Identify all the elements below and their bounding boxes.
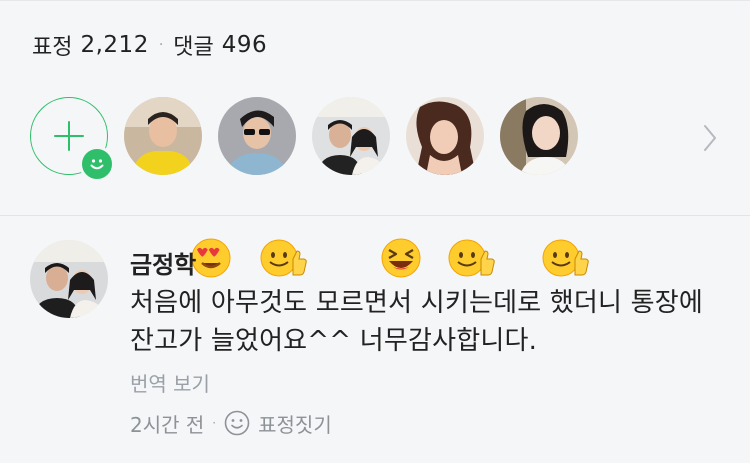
comments-label: 댓글	[173, 35, 214, 60]
meta-separator: ·	[212, 416, 217, 430]
reaction-user-avatar[interactable]	[406, 97, 484, 175]
plus-icon	[54, 121, 84, 151]
comment-body: 처음에 아무것도 모르면서 시키는데로 했더니 통장에 잔고가 늘었어요^^ 너…	[130, 288, 703, 356]
reaction-user-avatar[interactable]	[500, 97, 578, 175]
comment-timestamp: 2시간 전	[130, 412, 205, 437]
expressions-count[interactable]: 2,212	[80, 32, 148, 58]
comment-author-avatar[interactable]	[30, 240, 108, 318]
laughing-emoji-icon	[381, 238, 421, 278]
reaction-user-avatar[interactable]	[312, 97, 390, 175]
heart-eyes-emoji-icon	[191, 238, 231, 278]
thumbs-up-emoji-icon	[260, 239, 307, 277]
comment-meta: 2시간 전 · 표정짓기	[130, 408, 332, 438]
reaction-stats: 표정 2,212 · 댓글 496	[32, 30, 267, 60]
add-reaction-button[interactable]	[30, 97, 115, 182]
expressions-label: 표정	[32, 35, 73, 60]
thumbs-up-emoji-icon	[542, 239, 589, 277]
translate-link[interactable]: 번역 보기	[130, 368, 210, 397]
thumbs-up-emoji-icon	[448, 239, 495, 277]
top-border	[0, 0, 750, 1]
reaction-user-avatar[interactable]	[124, 97, 202, 175]
comments-count[interactable]: 496	[222, 32, 267, 58]
comment-author-name[interactable]: 금정학	[130, 245, 196, 280]
smiley-outline-icon	[224, 410, 250, 436]
reaction-list	[30, 97, 720, 278]
react-label: 표정짓기	[258, 412, 332, 437]
smile-icon	[79, 146, 115, 182]
stats-separator: ·	[158, 37, 164, 53]
react-button[interactable]: 표정짓기	[224, 409, 332, 438]
reaction-user-avatar[interactable]	[218, 97, 296, 175]
section-divider	[0, 215, 750, 216]
chevron-right-icon[interactable]	[700, 121, 720, 155]
